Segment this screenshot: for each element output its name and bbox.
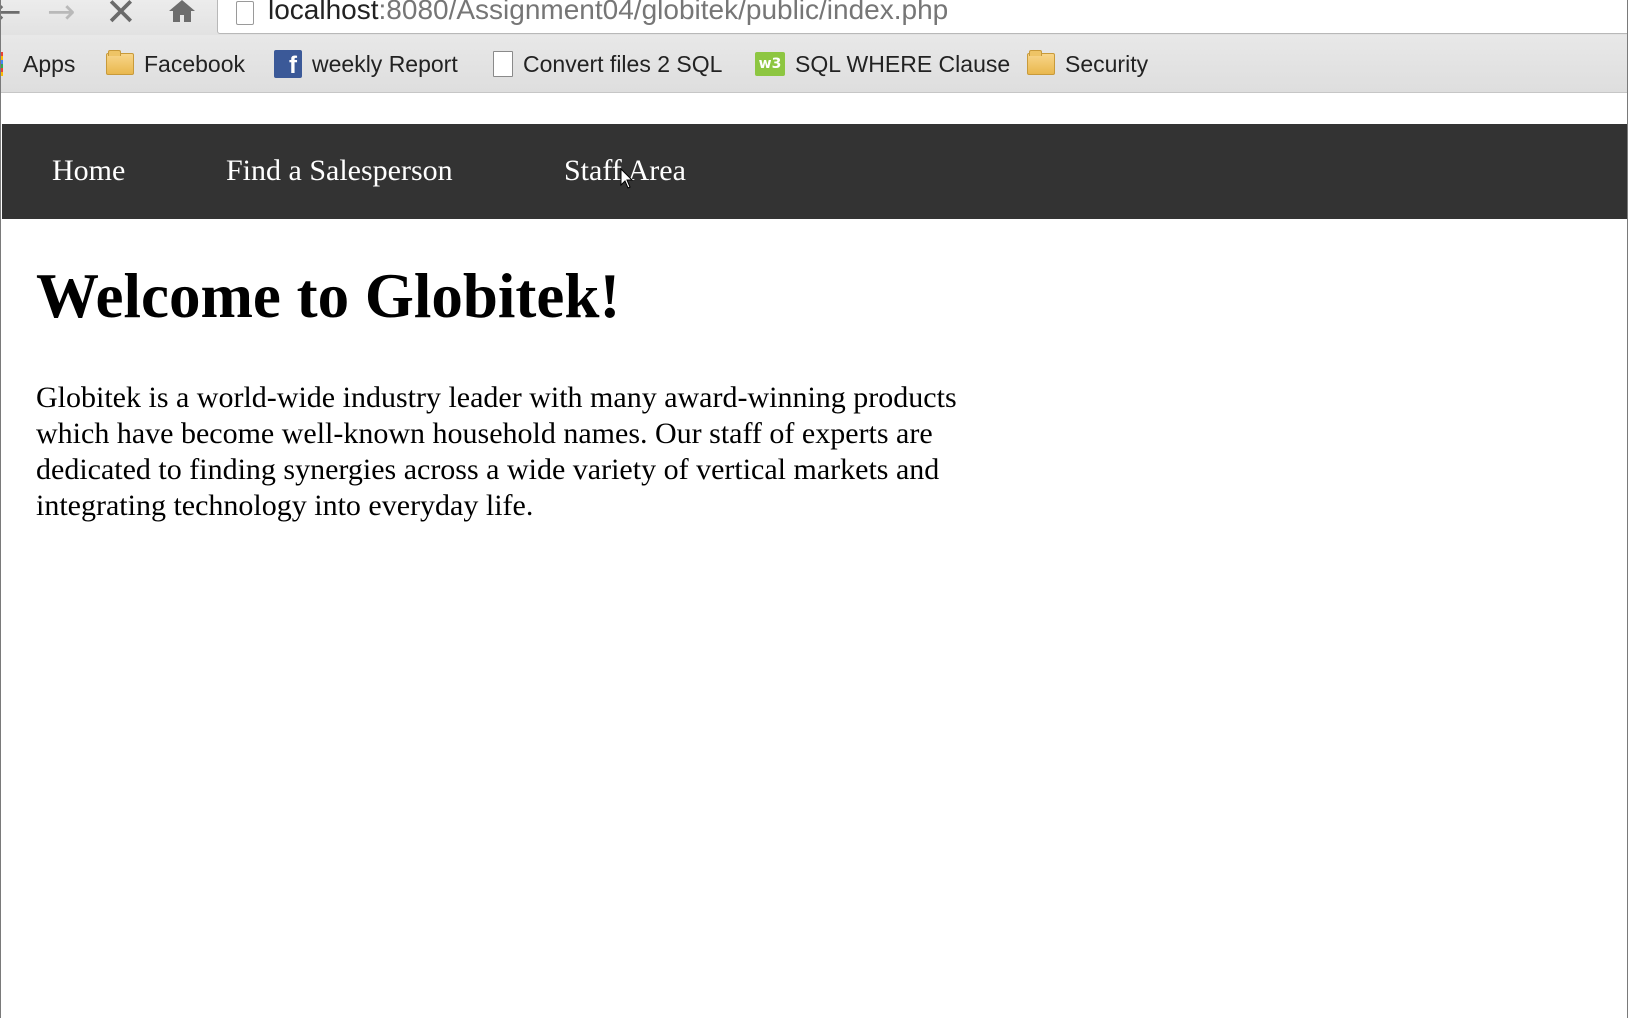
browser-window: ← → ✕ localhost:8080/Assignment04/globit… (0, 0, 1628, 1018)
url-host: localhost (268, 0, 379, 25)
mouse-cursor-icon (620, 168, 634, 189)
intro-paragraph: Globitek is a world-wide industry leader… (36, 381, 957, 522)
stop-button[interactable]: ✕ (105, 0, 137, 31)
bookmark-label: Security (1065, 50, 1149, 77)
bookmark-sql-where[interactable]: w3 SQL WHERE Clause (755, 47, 1010, 81)
nav-link-find-salesperson[interactable]: Find a Salesperson (226, 152, 453, 190)
folder-icon (1027, 50, 1055, 75)
browser-toolbar: ← → ✕ localhost:8080/Assignment04/globit… (1, 0, 1627, 35)
home-icon[interactable] (169, 0, 195, 22)
bookmarks-bar: Apps Facebook f weekly Report Convert fi… (1, 35, 1627, 93)
apps-grid-icon (1, 52, 13, 76)
bookmark-facebook-folder[interactable]: Facebook (106, 47, 245, 81)
bookmark-convert-files[interactable]: Convert files 2 SQL (489, 47, 722, 81)
nav-link-home[interactable]: Home (52, 152, 125, 190)
forward-button[interactable]: → (47, 0, 76, 30)
document-icon (493, 51, 513, 77)
bookmark-apps[interactable]: Apps (1, 47, 75, 81)
bookmark-label: Facebook (144, 50, 246, 77)
bookmark-label: Convert files 2 SQL (523, 50, 723, 77)
bookmark-label: SQL WHERE Clause (795, 50, 1011, 77)
url-text: localhost:8080/Assignment04/globitek/pub… (268, 0, 948, 27)
bookmark-label: Apps (23, 50, 76, 77)
url-path: :8080/Assignment04/globitek/public/index… (378, 0, 949, 25)
site-navigation: Home Find a Salesperson Staff Area (2, 124, 1627, 219)
w3schools-icon: w3 (755, 52, 785, 76)
page-icon (236, 1, 254, 25)
folder-icon (106, 50, 134, 75)
page-title: Welcome to Globitek! (36, 261, 621, 331)
facebook-icon: f (274, 50, 302, 78)
bookmark-security-folder[interactable]: Security (1027, 47, 1148, 81)
address-bar[interactable]: localhost:8080/Assignment04/globitek/pub… (217, 0, 1627, 34)
back-button[interactable]: ← (1, 0, 22, 30)
bookmark-label: weekly Report (312, 50, 458, 77)
bookmark-weekly-report[interactable]: f weekly Report (274, 47, 458, 81)
